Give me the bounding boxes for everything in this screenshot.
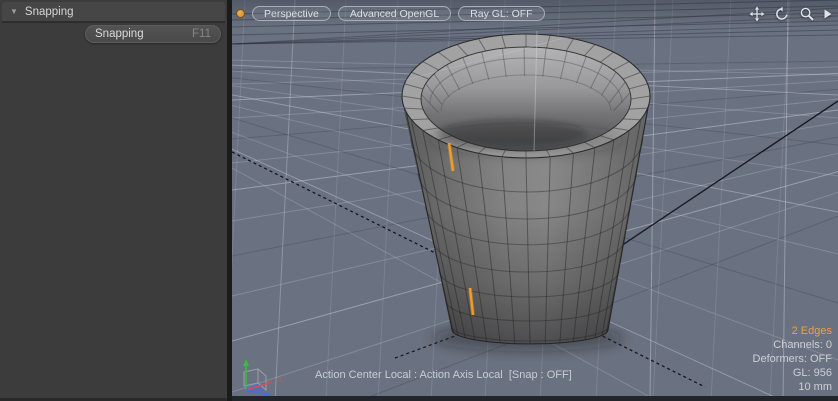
status-gl: GL: 956	[753, 366, 832, 380]
perspective-button[interactable]: Perspective	[252, 6, 331, 21]
viewport-menu-indicator[interactable]	[236, 9, 245, 18]
shading-mode-button[interactable]: Advanced OpenGL	[338, 6, 451, 21]
menu-arrow-icon[interactable]	[824, 9, 832, 19]
gizmo-x-label: x	[278, 374, 283, 384]
status-grid-size: 10 mm	[753, 380, 832, 394]
3d-viewport[interactable]: x Perspective Advanced OpenGL Ray GL: OF…	[232, 0, 838, 401]
panel-header[interactable]: ▼ Snapping	[2, 2, 225, 23]
zoom-icon[interactable]	[799, 6, 815, 22]
status-deformers: Deformers: OFF	[753, 352, 832, 366]
action-center-status: Action Center Local : Action Axis Local …	[315, 369, 572, 381]
shortcut-label: F11	[192, 28, 211, 40]
viewport-bottom-border	[232, 396, 838, 401]
orbit-icon[interactable]	[774, 6, 790, 22]
viewport-scene[interactable]: x	[232, 0, 838, 401]
snapping-command-button[interactable]: Snapping F11	[85, 25, 221, 43]
snapping-panel: ▼ Snapping Snapping F11	[0, 0, 227, 401]
status-channels: Channels: 0	[753, 338, 832, 352]
command-label: Snapping	[95, 28, 144, 40]
selection-count: 2 Edges	[753, 324, 832, 338]
collapse-triangle-icon[interactable]: ▼	[10, 8, 18, 16]
panel-title: Snapping	[25, 6, 74, 18]
viewport-nav-tools	[749, 6, 832, 22]
ray-gl-button[interactable]: Ray GL: OFF	[458, 6, 544, 21]
viewport-toolbar: Perspective Advanced OpenGL Ray GL: OFF	[236, 6, 545, 21]
cup-mesh[interactable]	[402, 34, 650, 344]
pan-icon[interactable]	[749, 6, 765, 22]
app-window: ▼ Snapping Snapping F11	[0, 0, 838, 401]
viewport-status: 2 Edges Channels: 0 Deformers: OFF GL: 9…	[753, 324, 832, 394]
